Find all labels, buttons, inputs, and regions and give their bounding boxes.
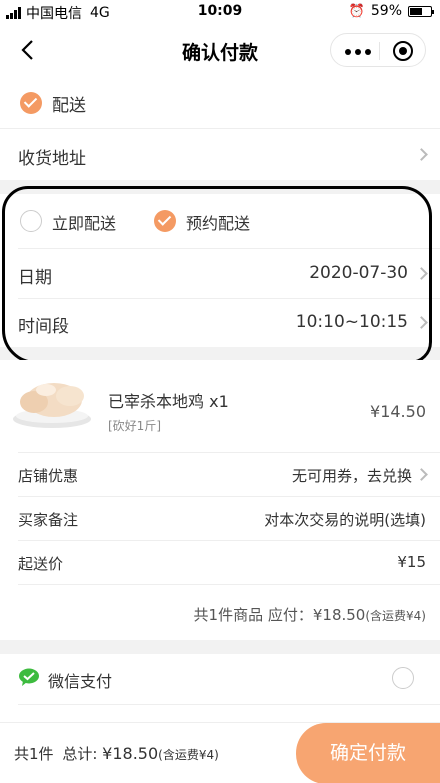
battery-icon bbox=[408, 5, 434, 17]
chevron-right-icon bbox=[415, 148, 428, 161]
more-icon[interactable] bbox=[345, 49, 371, 55]
buyer-note-label: 买家备注 bbox=[18, 511, 79, 529]
total-label: 总计: bbox=[62, 745, 98, 763]
status-right: ⏰ 59% bbox=[348, 3, 434, 19]
product-name-text: 已宰杀本地鸡 bbox=[108, 392, 205, 411]
wechat-pay-label: 微信支付 bbox=[48, 672, 113, 691]
product-price: ¥14.50 bbox=[370, 402, 426, 421]
payment-section: 微信支付 bbox=[0, 654, 440, 724]
time-slot-label: 时间段 bbox=[18, 317, 69, 337]
product-spec: [砍好1斤] bbox=[108, 419, 161, 433]
divider bbox=[18, 584, 440, 585]
coupon-label: 店铺优惠 bbox=[18, 467, 79, 485]
coupon-value: 无可用券，去兑换 bbox=[291, 467, 412, 485]
nav-bar: 确认付款 bbox=[0, 24, 440, 76]
checkout-bar: 共1件 总计: ¥18.50(含运费¥4) 确定付款 bbox=[0, 722, 440, 783]
product-name: 已宰杀本地鸡 x1 bbox=[108, 388, 229, 412]
date-row[interactable]: 日期 2020-07-30 bbox=[0, 249, 440, 298]
divider bbox=[18, 704, 440, 705]
checkout-total: 共1件 总计: ¥18.50(含运费¥4) bbox=[14, 743, 219, 764]
close-miniprogram-icon[interactable] bbox=[393, 41, 413, 61]
confirm-payment-button[interactable]: 确定付款 bbox=[296, 723, 440, 783]
min-order-value: ¥15 bbox=[397, 553, 426, 571]
min-order-label: 起送价 bbox=[18, 555, 64, 573]
scheduled-radio-checked-icon[interactable] bbox=[154, 210, 176, 232]
address-label: 收货地址 bbox=[18, 149, 86, 169]
wechat-pay-icon bbox=[19, 668, 39, 686]
delivery-checked-icon[interactable] bbox=[20, 92, 42, 114]
battery-percent: 59% bbox=[370, 3, 402, 19]
capsule-divider bbox=[379, 42, 380, 60]
chevron-right-icon bbox=[415, 316, 428, 329]
total-shipping-note: (含运费¥4) bbox=[158, 748, 219, 762]
date-value: 2020-07-30 bbox=[309, 263, 408, 283]
wechat-pay-radio-icon[interactable] bbox=[392, 667, 414, 689]
address-row[interactable]: 收货地址 bbox=[0, 129, 440, 180]
chevron-right-icon bbox=[415, 267, 428, 280]
immediate-radio-icon[interactable] bbox=[20, 210, 42, 232]
date-label: 日期 bbox=[18, 268, 52, 288]
delivery-mode-row[interactable]: 配送 bbox=[0, 76, 440, 128]
delivery-mode-label: 配送 bbox=[52, 96, 86, 116]
buyer-note-input[interactable]: 对本次交易的说明(选填) bbox=[264, 509, 426, 530]
status-bar: 中国电信 4G 10:09 ⏰ 59% bbox=[0, 0, 440, 24]
product-quantity: x1 bbox=[209, 392, 229, 411]
scheduled-delivery-label[interactable]: 预约配送 bbox=[186, 210, 250, 234]
wechat-pay-row[interactable]: 微信支付 bbox=[0, 654, 440, 702]
item-count: 共1件 bbox=[14, 745, 54, 763]
chevron-right-icon bbox=[415, 468, 428, 481]
buyer-note-row: 买家备注 对本次交易的说明(选填) bbox=[0, 497, 440, 540]
alarm-icon: ⏰ bbox=[348, 3, 365, 19]
delivery-mode-section: 配送 收货地址 bbox=[0, 76, 440, 180]
immediate-delivery-label[interactable]: 立即配送 bbox=[52, 210, 116, 234]
miniprogram-capsule bbox=[330, 33, 426, 67]
delivery-time-section: 立即配送 预约配送 日期 2020-07-30 时间段 10:10~10:15 bbox=[0, 194, 440, 347]
summary-shipping: (含运费¥4) bbox=[365, 609, 426, 623]
delivery-options-row: 立即配送 预约配送 bbox=[0, 194, 440, 246]
coupon-row[interactable]: 店铺优惠 无可用券，去兑换 bbox=[0, 453, 440, 496]
order-section: 已宰杀本地鸡 x1 [砍好1斤] ¥14.50 店铺优惠 无可用券，去兑换 买家… bbox=[0, 360, 440, 640]
time-slot-row[interactable]: 时间段 10:10~10:15 bbox=[0, 299, 440, 347]
summary-main: 共1件商品 应付：¥18.50 bbox=[193, 606, 366, 624]
product-image[interactable] bbox=[12, 372, 92, 428]
order-summary: 共1件商品 应付：¥18.50(含运费¥4) bbox=[194, 604, 426, 625]
total-value: ¥18.50 bbox=[102, 744, 159, 763]
min-order-row: 起送价 ¥15 bbox=[0, 541, 440, 584]
time-slot-value: 10:10~10:15 bbox=[295, 312, 408, 332]
